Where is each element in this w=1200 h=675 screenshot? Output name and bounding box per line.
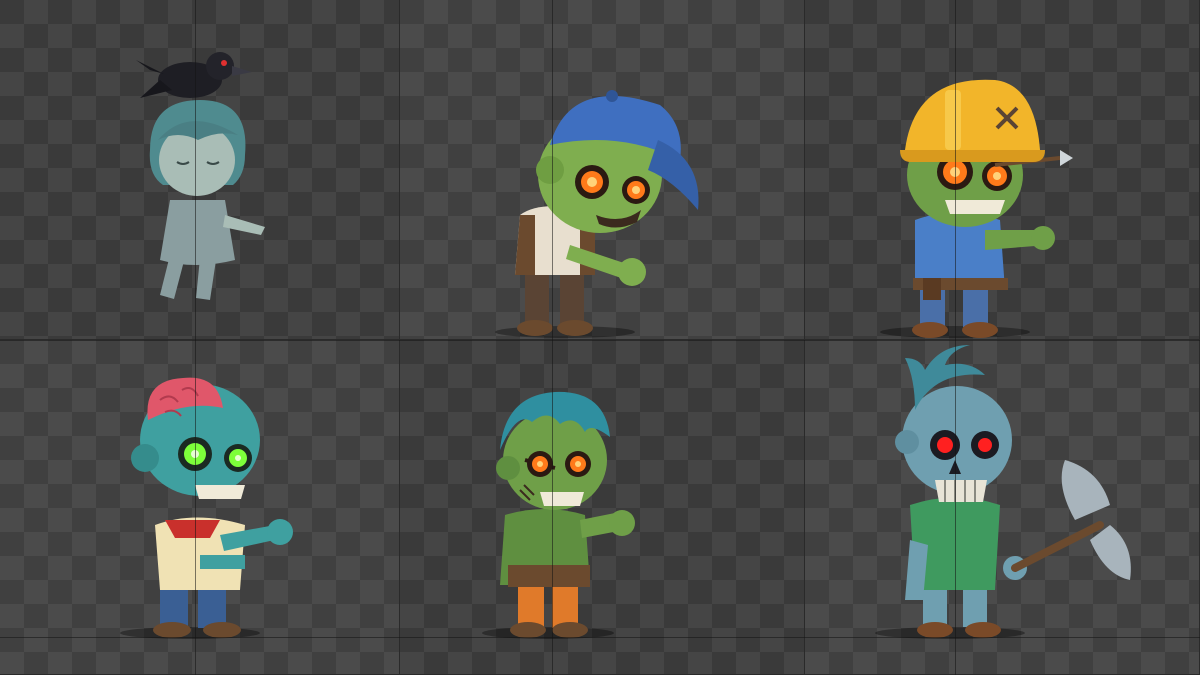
sprite-sheet [0, 0, 1200, 675]
ghost-girl-crow-icon [136, 52, 265, 300]
grid-guide-vertical [552, 0, 553, 675]
zombie-brain-icon [120, 377, 293, 639]
sprite-cell-2[interactable] [400, 0, 805, 340]
sprite-cell-3[interactable] [805, 0, 1200, 340]
sprite-cell-6[interactable] [805, 340, 1200, 675]
sprite-cell-4[interactable] [0, 340, 400, 675]
sprite-cell-1[interactable] [0, 0, 400, 340]
zombie-frank-icon [482, 391, 635, 639]
grid-guide-horizontal [0, 637, 1200, 638]
zombie-cap-icon [495, 90, 699, 338]
grid-guide-vertical [955, 0, 956, 675]
crow-icon [136, 52, 252, 98]
zombie-hardhat-icon [880, 79, 1073, 338]
grid-guide-horizontal [0, 340, 1200, 341]
grid-guide-vertical [195, 0, 196, 675]
sprite-cell-5[interactable] [400, 340, 805, 675]
zombie-axe-icon [875, 345, 1131, 639]
